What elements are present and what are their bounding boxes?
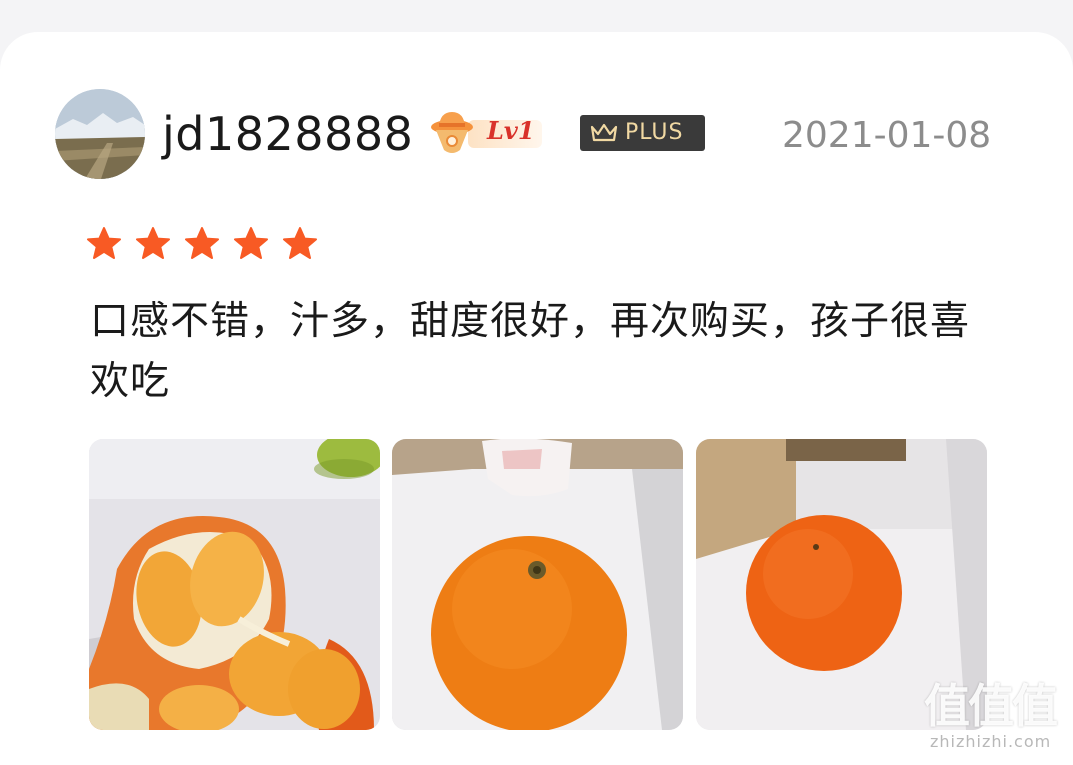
level-label: Lv1 — [487, 116, 535, 145]
plus-badge: PLUS — [580, 115, 705, 151]
crown-icon — [590, 123, 618, 142]
star-icon — [185, 227, 219, 259]
star-icon — [136, 227, 170, 259]
watermark-url: zhizhizhi.com — [930, 732, 1052, 751]
star-icon — [283, 227, 317, 259]
watermark-logo: 值值值 — [924, 679, 1058, 733]
review-photo-2[interactable] — [392, 439, 683, 730]
rating-stars — [86, 226, 318, 266]
review-date: 2021-01-08 — [782, 115, 992, 156]
username[interactable]: jd1828888 — [162, 104, 413, 164]
star-icon — [87, 227, 121, 259]
plus-label: PLUS — [625, 120, 684, 145]
watermark: 值值值 zhizhizhi.com — [920, 680, 1070, 760]
review-photo-1[interactable] — [89, 439, 380, 730]
review-text: 口感不错，汁多，甜度很好，再次购买，孩子很喜欢吃 — [90, 299, 971, 404]
avatar[interactable] — [55, 89, 145, 179]
star-icon — [234, 227, 268, 259]
